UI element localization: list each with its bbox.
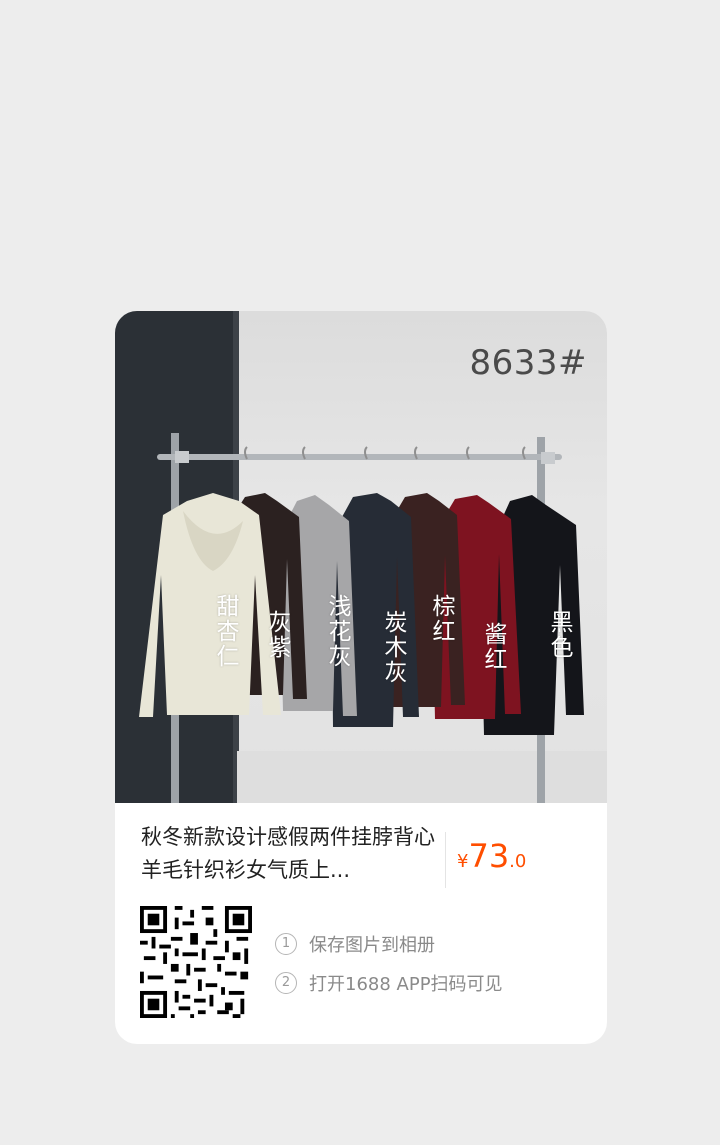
price-divider bbox=[445, 832, 446, 888]
price-decimal: .0 bbox=[509, 851, 527, 872]
step-1-number: 1 bbox=[275, 933, 297, 955]
color-label-4: 炭木灰 bbox=[384, 610, 408, 686]
price-currency: ¥ bbox=[457, 851, 469, 872]
step-1-text: 保存图片到相册 bbox=[309, 935, 435, 956]
color-label-3: 浅花灰 bbox=[328, 594, 352, 670]
color-label-6: 酱红 bbox=[484, 622, 508, 673]
price-integer: 73 bbox=[468, 837, 510, 875]
instruction-step-2: 2 打开1688 APP扫码可见 bbox=[275, 970, 503, 996]
color-label-7: 黑色 bbox=[550, 610, 574, 661]
product-photo[interactable]: 8633# 甜杏仁 灰紫 浅花灰 炭木灰 棕红 酱红 黑色 bbox=[115, 311, 607, 803]
qr-code[interactable] bbox=[140, 906, 252, 1018]
color-label-1: 甜杏仁 bbox=[216, 594, 240, 670]
product-title[interactable]: 秋冬新款设计感假两件挂脖背心羊毛针织衫女气质上... bbox=[141, 821, 437, 887]
share-card: 8633# 甜杏仁 灰紫 浅花灰 炭木灰 棕红 酱红 黑色 秋冬新款设计感假两件… bbox=[115, 311, 607, 1044]
step-2-text: 打开1688 APP扫码可见 bbox=[309, 974, 503, 995]
product-price: ¥73.0 bbox=[457, 837, 526, 875]
color-label-5: 棕红 bbox=[432, 594, 456, 645]
color-label-2: 灰紫 bbox=[268, 610, 292, 661]
style-number: 8633# bbox=[469, 343, 587, 383]
instruction-step-1: 1 保存图片到相册 bbox=[275, 931, 435, 957]
step-2-number: 2 bbox=[275, 972, 297, 994]
photo-illustration bbox=[115, 311, 607, 803]
